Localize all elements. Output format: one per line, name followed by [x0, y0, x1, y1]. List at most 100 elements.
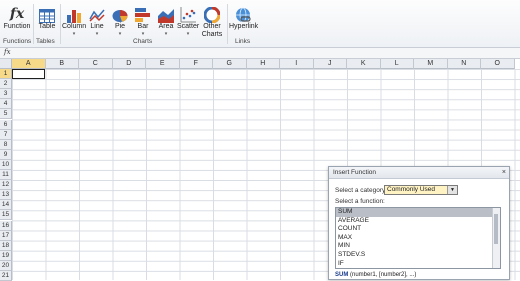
function-signature: SUM (number1, [number2], ...) — [335, 272, 416, 278]
row-header[interactable]: 10 — [0, 159, 12, 170]
column-header[interactable]: C — [79, 59, 113, 69]
group-separator — [33, 4, 34, 44]
row-header[interactable]: 12 — [0, 180, 12, 191]
column-header[interactable]: I — [280, 59, 314, 69]
fx-icon[interactable]: fx — [4, 48, 11, 56]
chevron-down-icon: ▾ — [95, 31, 99, 37]
function-list-item[interactable]: AVERAGE — [336, 217, 500, 226]
signature-args: (number1, [number2], ...) — [348, 272, 417, 278]
table-button-label: Table — [38, 23, 56, 30]
function-list-item[interactable]: SUM — [336, 208, 500, 217]
column-header[interactable]: O — [481, 59, 515, 69]
column-header[interactable]: B — [45, 59, 79, 69]
column-header[interactable]: K — [347, 59, 381, 69]
row-header[interactable]: 17 — [0, 230, 12, 241]
row-header[interactable]: 1 — [0, 69, 12, 80]
function-list-item[interactable]: MIN — [336, 242, 500, 251]
column-header[interactable]: L — [380, 59, 414, 69]
category-value: Commonly Used — [387, 186, 436, 193]
function-button-label: Function — [3, 23, 31, 30]
active-cell[interactable] — [12, 69, 45, 79]
select-all-corner[interactable] — [0, 59, 12, 69]
list-scrollbar[interactable] — [492, 208, 500, 268]
pie-chart-icon — [110, 2, 130, 23]
function-button[interactable]: fx Function — [2, 2, 32, 35]
column-header[interactable]: H — [246, 59, 280, 69]
dialog-title: Insert Function — [333, 169, 376, 176]
function-list-item[interactable]: STDEV.S — [336, 251, 500, 260]
column-header[interactable]: F — [179, 59, 213, 69]
row-header[interactable]: 14 — [0, 200, 12, 211]
other-charts-icon — [200, 2, 224, 23]
hyperlink-label: Hyperlink — [229, 23, 259, 30]
row-header[interactable]: 9 — [0, 149, 12, 160]
chevron-down-icon: ▾ — [72, 31, 76, 37]
other-charts-button[interactable]: Other Charts — [200, 2, 224, 38]
bar-chart-icon — [133, 2, 153, 23]
column-header[interactable]: N — [447, 59, 481, 69]
function-list-item[interactable]: IF — [336, 260, 500, 268]
scatter-label: Scatter — [177, 23, 200, 30]
group-label-tables: Tables — [36, 38, 55, 45]
row-header[interactable]: 16 — [0, 220, 12, 231]
chevron-down-icon: ▾ — [164, 31, 168, 37]
row-header[interactable]: 5 — [0, 109, 12, 120]
row-header[interactable]: 20 — [0, 260, 12, 271]
column-header[interactable]: J — [313, 59, 347, 69]
close-icon[interactable]: × — [502, 167, 506, 178]
row-header[interactable]: 18 — [0, 240, 12, 251]
chevron-down-icon: ▾ — [186, 31, 190, 37]
group-separator — [60, 4, 61, 44]
row-header[interactable]: 13 — [0, 190, 12, 201]
row-header[interactable]: 7 — [0, 129, 12, 140]
column-header[interactable]: M — [414, 59, 448, 69]
insert-ribbon: fx Function Table Column ▾ Line ▾ Pie ▾ — [0, 0, 520, 48]
group-label-charts: Charts — [133, 38, 153, 45]
area-label: Area — [158, 23, 174, 30]
column-header[interactable]: A — [12, 59, 46, 69]
chevron-down-icon: ▾ — [118, 31, 122, 37]
group-separator — [227, 4, 228, 44]
function-list[interactable]: SUM AVERAGE COUNT MAX MIN STDEV.S IF — [335, 207, 501, 269]
area-chart-button[interactable]: Area ▾ — [156, 2, 176, 37]
dialog-title-bar[interactable]: Insert Function × — [329, 167, 509, 179]
row-header[interactable]: 6 — [0, 119, 12, 130]
line-label: Line — [90, 23, 104, 30]
line-chart-icon — [87, 2, 107, 23]
signature-name: SUM — [335, 272, 349, 278]
column-chart-icon — [62, 2, 86, 23]
row-header[interactable]: 15 — [0, 210, 12, 221]
line-chart-button[interactable]: Line ▾ — [87, 2, 107, 37]
column-header[interactable]: E — [146, 59, 180, 69]
group-label-functions: Functions — [3, 38, 32, 45]
pie-chart-button[interactable]: Pie ▾ — [110, 2, 130, 37]
category-select[interactable]: Commonly Used ▼ — [384, 185, 458, 195]
function-list-item[interactable]: COUNT — [336, 225, 500, 234]
row-header[interactable]: 11 — [0, 170, 12, 181]
row-header[interactable]: 4 — [0, 99, 12, 110]
scatter-chart-button[interactable]: Scatter ▾ — [177, 2, 200, 37]
row-header[interactable]: 2 — [0, 79, 12, 90]
formula-bar[interactable]: fx — [0, 48, 520, 59]
column-label: Column — [62, 23, 87, 30]
insert-function-dialog: Insert Function × Select a category: Com… — [328, 166, 510, 280]
row-header[interactable]: 8 — [0, 139, 12, 150]
column-chart-button[interactable]: Column ▾ — [62, 2, 87, 37]
table-button[interactable]: Table — [35, 2, 59, 35]
chevron-down-icon: ▾ — [141, 31, 145, 37]
column-header[interactable]: D — [112, 59, 146, 69]
chevron-down-icon[interactable]: ▼ — [447, 186, 457, 194]
other-charts-label: Other Charts — [201, 23, 223, 38]
fx-icon: fx — [9, 6, 25, 22]
column-header[interactable]: G — [213, 59, 247, 69]
function-label: Select a function: — [335, 198, 385, 205]
bar-label: Bar — [137, 23, 149, 30]
area-chart-icon — [156, 2, 176, 23]
row-header[interactable]: 3 — [0, 89, 12, 100]
bar-chart-button[interactable]: Bar ▾ — [133, 2, 153, 37]
function-list-item[interactable]: MAX — [336, 234, 500, 243]
hyperlink-button[interactable]: Hyperlink — [229, 2, 259, 35]
hyperlink-icon — [229, 2, 257, 23]
row-header[interactable]: 19 — [0, 250, 12, 261]
scrollbar-thumb[interactable] — [494, 214, 498, 244]
